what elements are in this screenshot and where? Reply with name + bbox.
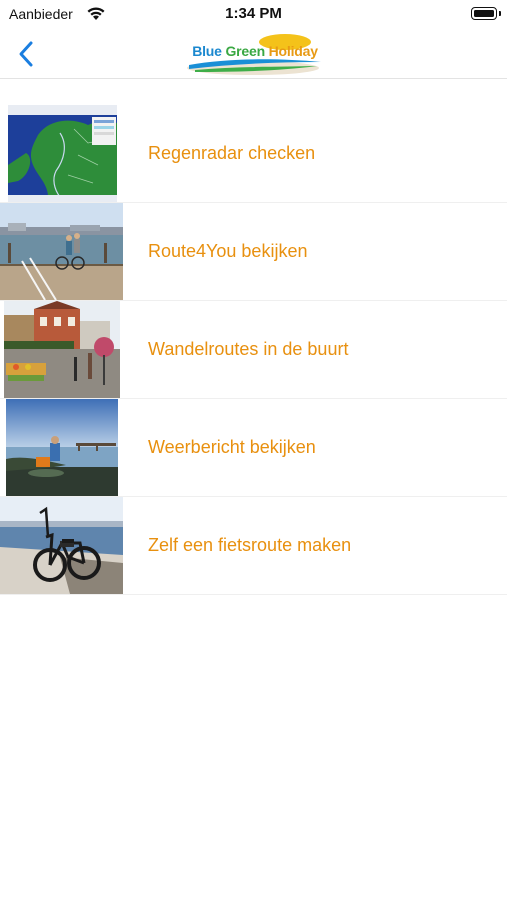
- list-item-label: Zelf een fietsroute maken: [148, 535, 352, 555]
- list-item[interactable]: Zelf een fietsroute maken: [0, 497, 507, 595]
- list-item[interactable]: Regenradar checken: [0, 105, 507, 203]
- chevron-left-icon: [19, 41, 33, 67]
- navigation-bar: Blue Green Holiday: [0, 30, 507, 79]
- menu-list: Regenradar checken Route4You bekijken Wa…: [0, 105, 507, 595]
- e-bike-beach-thumbnail: [0, 497, 123, 594]
- clock: 1:34 PM: [225, 5, 282, 22]
- harbour-cyclists-thumbnail: [0, 203, 123, 300]
- rain-radar-thumbnail: [8, 105, 117, 202]
- battery-icon: [471, 7, 497, 20]
- list-item[interactable]: Weerbericht bekijken: [0, 399, 507, 497]
- list-item-label: Wandelroutes in de buurt: [148, 339, 349, 359]
- list-item-label: Weerbericht bekijken: [148, 437, 316, 457]
- back-button[interactable]: [10, 34, 44, 74]
- coast-fisherman-thumbnail: [6, 399, 118, 496]
- battery-tip: [499, 11, 501, 16]
- list-item-label: Regenradar checken: [148, 143, 316, 163]
- list-item-label: Route4You bekijken: [148, 241, 308, 261]
- list-item[interactable]: Wandelroutes in de buurt: [0, 301, 507, 399]
- app-logo: Blue Green Holiday: [187, 32, 323, 76]
- status-bar: Aanbieder 1:34 PM: [0, 0, 507, 30]
- market-street-thumbnail: [4, 301, 120, 398]
- logo-wordmark: Blue Green Holiday: [192, 43, 318, 59]
- list-item[interactable]: Route4You bekijken: [0, 203, 507, 301]
